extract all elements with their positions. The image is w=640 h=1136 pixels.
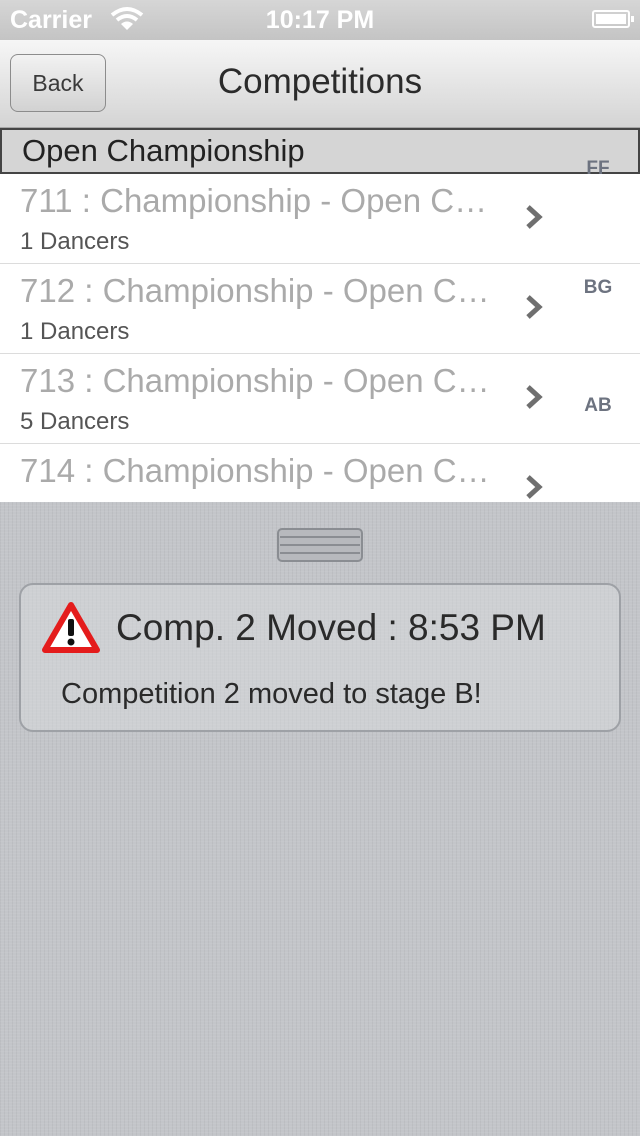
competition-row[interactable]: 712 : Championship - Open Championship 1… — [0, 264, 640, 354]
warning-icon — [42, 602, 100, 653]
drag-handle-icon[interactable] — [277, 528, 363, 562]
navigation-bar: Back Competitions — [0, 40, 640, 128]
section-index-item[interactable]: FF — [578, 158, 618, 180]
notification-body: Competition 2 moved to stage B! — [61, 678, 482, 710]
competition-title: 714 : Championship - Open Championship — [20, 452, 490, 489]
status-bar: Carrier 10:17 PM — [0, 0, 640, 40]
battery-icon — [592, 10, 634, 28]
dancer-count: 1 Dancers — [20, 318, 130, 345]
dancer-count: 1 Dancers — [20, 228, 130, 255]
notification-title: Comp. 2 Moved : 8:53 PM — [116, 607, 546, 648]
chevron-right-icon — [526, 205, 543, 229]
notification-center: Comp. 2 Moved : 8:53 PM Competition 2 mo… — [0, 502, 640, 1136]
competition-list: 711 : Championship - Open Championship 1… — [0, 174, 640, 534]
competition-title: 712 : Championship - Open Championship — [20, 272, 490, 309]
chevron-right-icon — [526, 475, 543, 499]
notification-card[interactable]: Comp. 2 Moved : 8:53 PM Competition 2 mo… — [19, 583, 621, 732]
section-header: Open Championship — [0, 128, 640, 174]
competition-title: 711 : Championship - Open Championship — [20, 182, 490, 219]
competition-title: 713 : Championship - Open Championship — [20, 362, 490, 399]
section-index-item[interactable]: BG — [578, 277, 618, 299]
page-title: Competitions — [217, 62, 423, 101]
dancer-count: 5 Dancers — [20, 408, 130, 435]
status-time: 10:17 PM — [265, 6, 375, 34]
chevron-right-icon — [526, 295, 543, 319]
competition-row[interactable]: 713 : Championship - Open Championship 5… — [0, 354, 640, 444]
chevron-right-icon — [526, 385, 543, 409]
competition-row[interactable]: 711 : Championship - Open Championship 1… — [0, 174, 640, 264]
section-index-item[interactable]: AB — [578, 395, 618, 417]
